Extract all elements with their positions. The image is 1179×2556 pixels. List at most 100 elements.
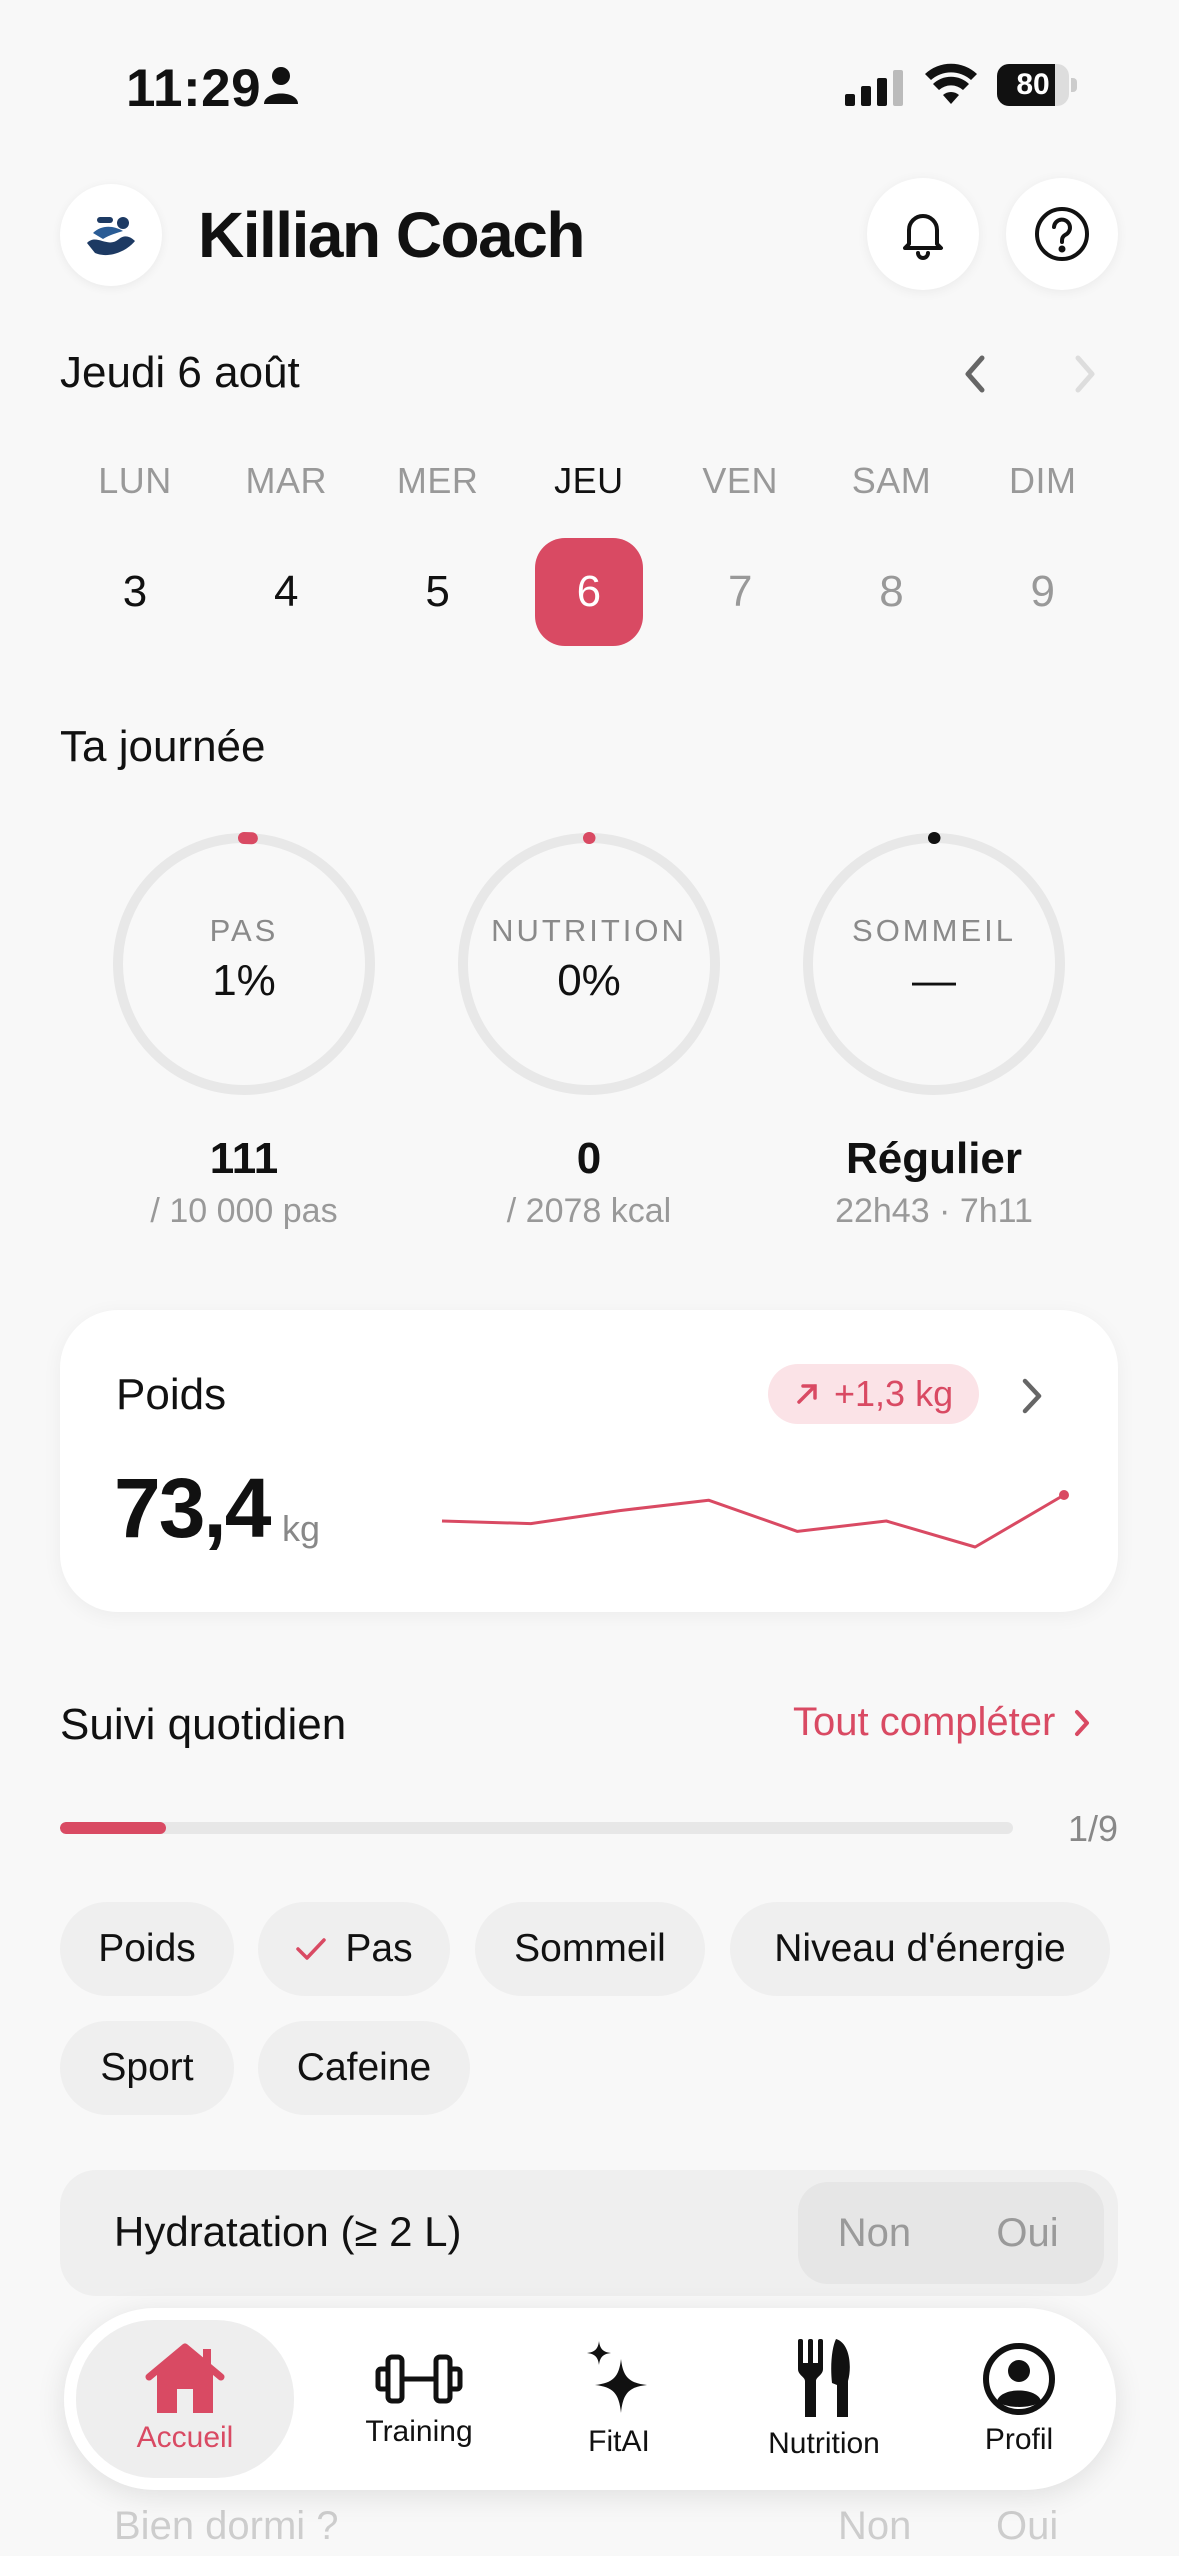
selected-date: Jeudi 6 août xyxy=(60,348,300,397)
day-name: JEU xyxy=(554,460,624,501)
ring-subtitle: / 10 000 pas xyxy=(150,1192,338,1230)
previous-week-button[interactable] xyxy=(960,352,990,401)
ring-percent: 0% xyxy=(557,956,621,1005)
chip-label: Niveau d'énergie xyxy=(774,1927,1066,1970)
fork-knife-icon xyxy=(798,2339,850,2417)
tab-label: Accueil xyxy=(136,2421,234,2454)
battery-level: 80 xyxy=(1016,68,1050,101)
weight-change-badge: +1,3 kg xyxy=(768,1364,980,1424)
day-number: 8 xyxy=(879,567,904,616)
day-mer[interactable]: MER 5 xyxy=(384,460,492,646)
weight-change-value: +1,3 kg xyxy=(834,1373,954,1414)
day-number: 4 xyxy=(274,567,299,616)
tracking-chip[interactable]: Poids xyxy=(60,1902,234,1996)
chevron-right-icon xyxy=(1075,355,1095,393)
weight-card-title: Poids xyxy=(116,1370,227,1419)
day-dim[interactable]: DIM 9 xyxy=(989,460,1097,646)
tab-nutrition[interactable]: Nutrition xyxy=(714,2308,934,2490)
day-number: 3 xyxy=(122,567,148,616)
ring-main-value: 0 xyxy=(576,1134,602,1183)
daily-progress-bar xyxy=(60,1822,1013,1834)
sleep-yes-option[interactable]: Oui xyxy=(996,2504,1058,2549)
tab-label: FitAI xyxy=(588,2425,650,2458)
tab-training[interactable]: Training xyxy=(324,2308,514,2490)
ring-percent: — xyxy=(912,956,956,1005)
app-title: Killian Coach xyxy=(198,199,585,271)
tab-bar: Accueil Training FitAI Nutrition Profil xyxy=(64,2308,1116,2490)
hydration-yes-option[interactable]: Oui xyxy=(951,2182,1104,2284)
ring-subtitle: / 2078 kcal xyxy=(506,1192,672,1230)
person-icon xyxy=(264,66,298,111)
weight-value: 73,4 xyxy=(114,1461,271,1555)
day-name: VEN xyxy=(702,460,778,501)
ring-main-value: 111 xyxy=(209,1134,279,1183)
tracking-chip[interactable]: Sport xyxy=(60,2021,234,2115)
chevron-right-icon xyxy=(1022,1378,1042,1414)
day-name: DIM xyxy=(1009,460,1077,501)
chip-label: Poids xyxy=(98,1927,196,1970)
chip-label: Pas xyxy=(345,1927,413,1970)
chevron-right-icon xyxy=(1075,1709,1090,1736)
tab-accueil[interactable]: Accueil xyxy=(76,2320,294,2478)
home-icon xyxy=(145,2343,225,2413)
sleep-no-option[interactable]: Non xyxy=(838,2504,911,2549)
chevron-left-icon xyxy=(965,355,985,393)
ring-sommeil[interactable]: SOMMEIL — Régulier 22h43 · 7h11 xyxy=(798,828,1070,1231)
day-mar[interactable]: MAR 4 xyxy=(232,460,340,646)
day-number: 6 xyxy=(534,538,643,646)
tab-fitai[interactable]: FitAI xyxy=(524,2308,714,2490)
app-logo xyxy=(60,184,162,286)
tab-label: Training xyxy=(365,2415,473,2448)
complete-all-label: Tout compléter xyxy=(793,1700,1056,1744)
day-jeu[interactable]: JEU 6 xyxy=(534,460,643,646)
tracking-chip[interactable]: Sommeil xyxy=(475,1902,705,1996)
tab-profil[interactable]: Profil xyxy=(934,2308,1104,2490)
hydration-row: Hydratation (≥ 2 L) Non Oui xyxy=(60,2170,1118,2296)
tracking-chip[interactable]: Niveau d'énergie xyxy=(730,1902,1110,1996)
chip-label: Cafeine xyxy=(296,2046,432,2089)
ring-percent: 1% xyxy=(212,956,276,1005)
help-button[interactable] xyxy=(1006,178,1118,290)
chip-label: Sommeil xyxy=(514,1927,666,1970)
hydration-toggle: Non Oui xyxy=(798,2182,1104,2284)
tracking-chip[interactable]: Pas xyxy=(258,1902,450,1996)
arrow-up-right-icon xyxy=(797,1384,817,1404)
check-icon xyxy=(296,1938,327,1960)
sparkles-icon xyxy=(587,2341,647,2413)
chip-label: Sport xyxy=(100,2046,194,2089)
ring-subtitle: 22h43 · 7h11 xyxy=(835,1192,1033,1230)
notifications-button[interactable] xyxy=(867,178,979,290)
day-sam[interactable]: SAM 8 xyxy=(838,460,946,646)
tab-label: Profil xyxy=(984,2423,1054,2456)
weight-unit: kg xyxy=(282,1508,321,1549)
day-number: 7 xyxy=(727,567,753,616)
bell-icon xyxy=(903,214,943,260)
hydration-label: Hydratation (≥ 2 L) xyxy=(114,2208,462,2255)
day-name: MER xyxy=(396,460,479,501)
weight-trend-sparkline xyxy=(441,1490,1069,1549)
weight-card[interactable]: Poids +1,3 kg 73,4 kg xyxy=(60,1310,1118,1612)
day-lun[interactable]: LUN 3 xyxy=(81,460,189,646)
day-name: SAM xyxy=(851,460,932,501)
dumbbell-icon xyxy=(375,2354,463,2404)
ring-label: PAS xyxy=(209,913,279,948)
tracking-chip[interactable]: Cafeine xyxy=(258,2021,470,2115)
daily-progress-count: 1/9 xyxy=(1068,1808,1119,1849)
sparkline-last-point xyxy=(1059,1490,1069,1500)
ring-label: NUTRITION xyxy=(491,913,687,948)
battery-indicator: 80 xyxy=(997,64,1077,106)
tab-label: Nutrition xyxy=(768,2427,880,2460)
day-name: LUN xyxy=(98,460,172,501)
day-number: 9 xyxy=(1030,567,1056,616)
hydration-no-option[interactable]: Non xyxy=(798,2182,951,2284)
complete-all-link[interactable]: Tout compléter xyxy=(793,1700,1091,1745)
day-number: 5 xyxy=(425,567,450,616)
day-ven[interactable]: VEN 7 xyxy=(686,460,794,646)
signal-icon xyxy=(845,70,905,111)
ring-nutrition[interactable]: NUTRITION 0% 0 / 2078 kcal xyxy=(453,828,725,1231)
ring-pas[interactable]: PAS 1% 111 / 10 000 pas xyxy=(108,828,380,1231)
ring-label: SOMMEIL xyxy=(852,913,1016,948)
sleep-question-label: Bien dormi ? xyxy=(114,2504,339,2548)
next-week-button[interactable] xyxy=(1070,352,1100,401)
daily-tracking-title: Suivi quotidien xyxy=(60,1700,347,1749)
